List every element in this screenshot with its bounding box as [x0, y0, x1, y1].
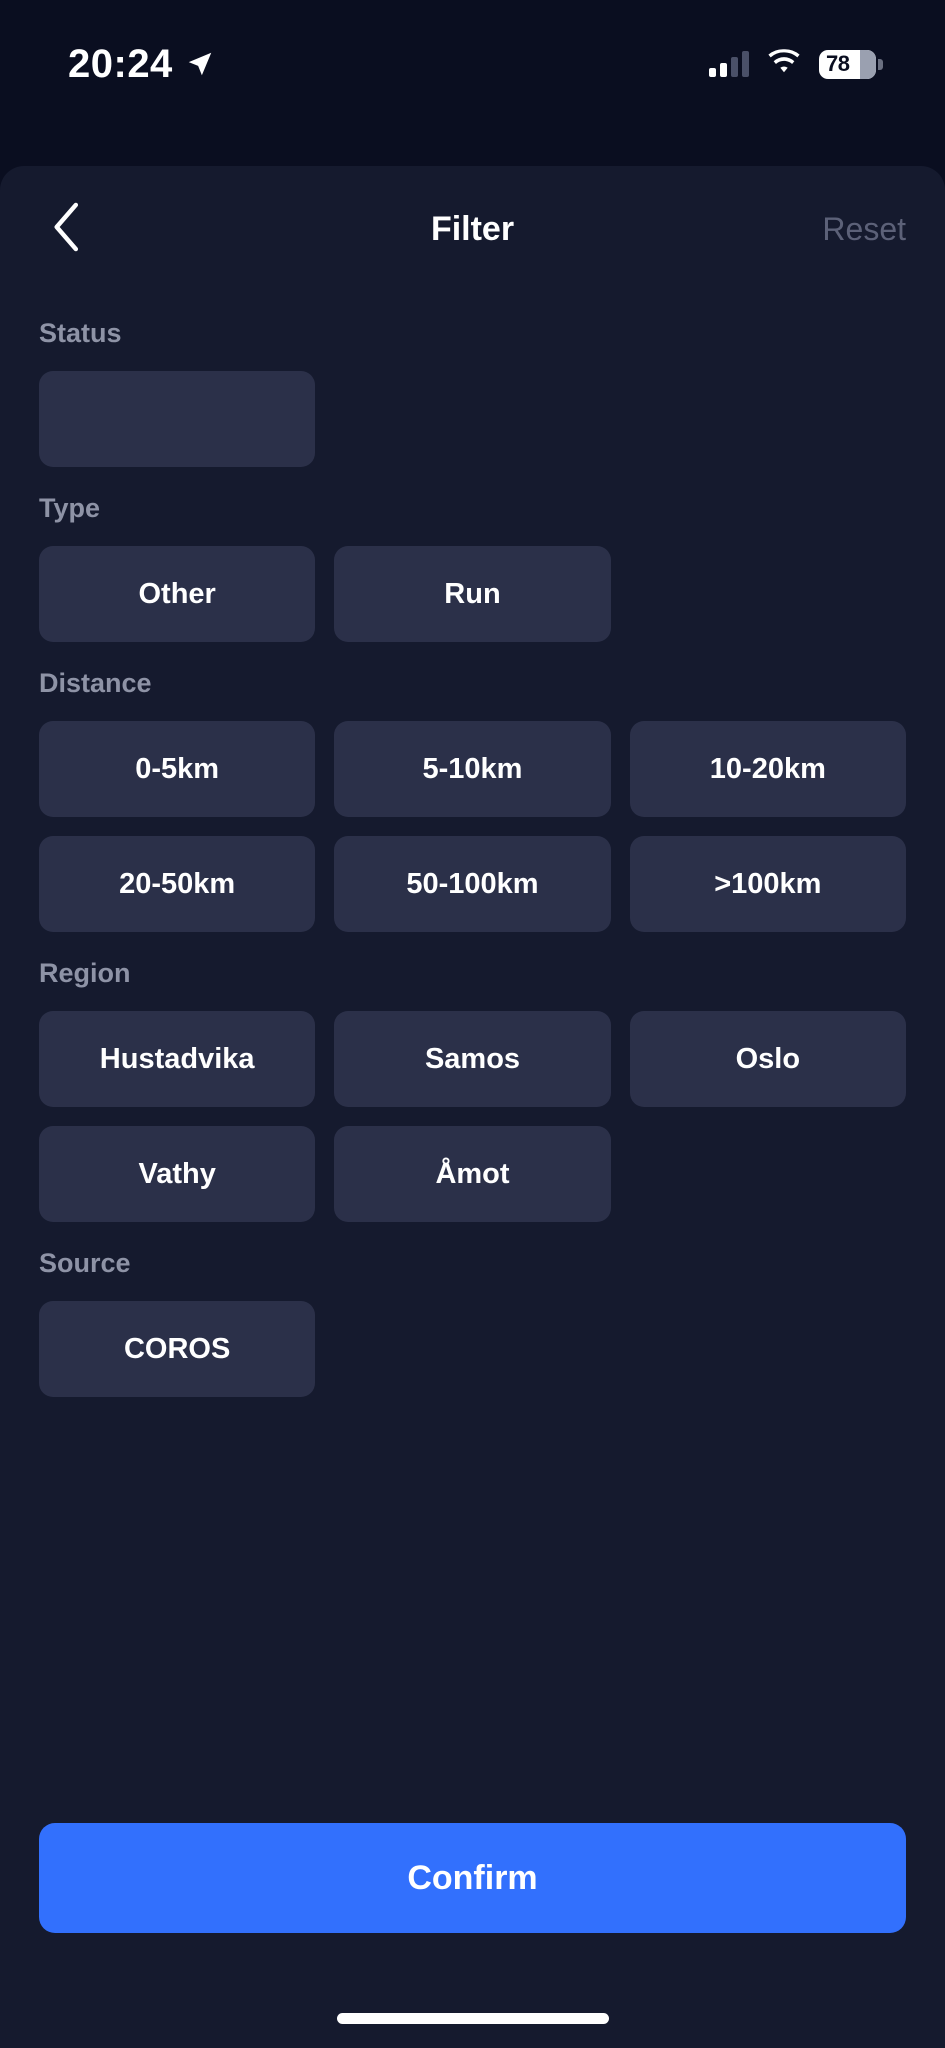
chip-grid-status [39, 371, 906, 467]
chip-source-coros[interactable]: COROS [39, 1301, 316, 1397]
status-time: 20:24 [68, 41, 173, 86]
battery-percent-label: 78 [826, 51, 850, 76]
confirm-area: Confirm [39, 1823, 906, 1933]
section-label-type: Type [39, 493, 101, 523]
section-status: Status [39, 318, 906, 467]
section-source: Source COROS [39, 1248, 906, 1397]
reset-button[interactable]: Reset [822, 211, 906, 248]
chip-distance-0[interactable]: 0-5km [39, 721, 316, 817]
chip-region-hustadvika[interactable]: Hustadvika [39, 1011, 316, 1107]
chip-distance-3[interactable]: 20-50km [39, 836, 316, 932]
status-bar: 20:24 78 [0, 0, 945, 120]
status-bar-left: 20:24 [68, 42, 215, 87]
chip-region-oslo[interactable]: Oslo [629, 1011, 906, 1107]
cellular-signal-icon [709, 51, 749, 77]
section-distance: Distance 0-5km 5-10km 10-20km 20-50km 50… [39, 668, 906, 932]
chip-distance-4[interactable]: 50-100km [334, 836, 611, 932]
status-bar-right: 78 [709, 48, 883, 80]
chip-region-vathy[interactable]: Vathy [39, 1126, 316, 1222]
chip-grid-type: Other Run [39, 546, 906, 642]
chip-distance-5[interactable]: >100km [629, 836, 906, 932]
chip-type-run[interactable]: Run [334, 546, 611, 642]
phone-screen: 20:24 78 Filter Reset Status Type Other … [0, 0, 945, 2048]
page-title: Filter [430, 209, 515, 248]
chip-type-other[interactable]: Other [39, 546, 316, 642]
chip-grid-source: COROS [39, 1301, 906, 1397]
chip-grid-region: Hustadvika Samos Oslo Vathy Åmot [39, 1011, 906, 1222]
chip-status-0[interactable] [39, 371, 316, 467]
chevron-left-icon [52, 202, 82, 257]
section-label-region: Region [39, 958, 131, 988]
chip-region-samos[interactable]: Samos [334, 1011, 611, 1107]
sheet-header: Filter Reset [0, 166, 945, 292]
chip-grid-distance: 0-5km 5-10km 10-20km 20-50km 50-100km >1… [39, 721, 906, 932]
location-arrow-icon [185, 49, 215, 84]
confirm-button[interactable]: Confirm [39, 1823, 906, 1933]
back-button[interactable] [39, 201, 95, 257]
chip-distance-2[interactable]: 10-20km [629, 721, 906, 817]
section-label-source: Source [39, 1248, 131, 1278]
section-label-distance: Distance [39, 668, 152, 698]
section-region: Region Hustadvika Samos Oslo Vathy Åmot [39, 958, 906, 1222]
section-label-status: Status [39, 318, 122, 348]
section-type: Type Other Run [39, 493, 906, 642]
chip-region-amot[interactable]: Åmot [334, 1126, 611, 1222]
home-indicator[interactable] [336, 2013, 609, 2024]
filter-body: Status Type Other Run Distance 0-5km 5-1… [0, 318, 945, 1397]
battery-icon: 78 [819, 49, 883, 79]
filter-sheet: Filter Reset Status Type Other Run Dista… [0, 166, 945, 2048]
wifi-icon [767, 48, 801, 80]
chip-distance-1[interactable]: 5-10km [334, 721, 611, 817]
